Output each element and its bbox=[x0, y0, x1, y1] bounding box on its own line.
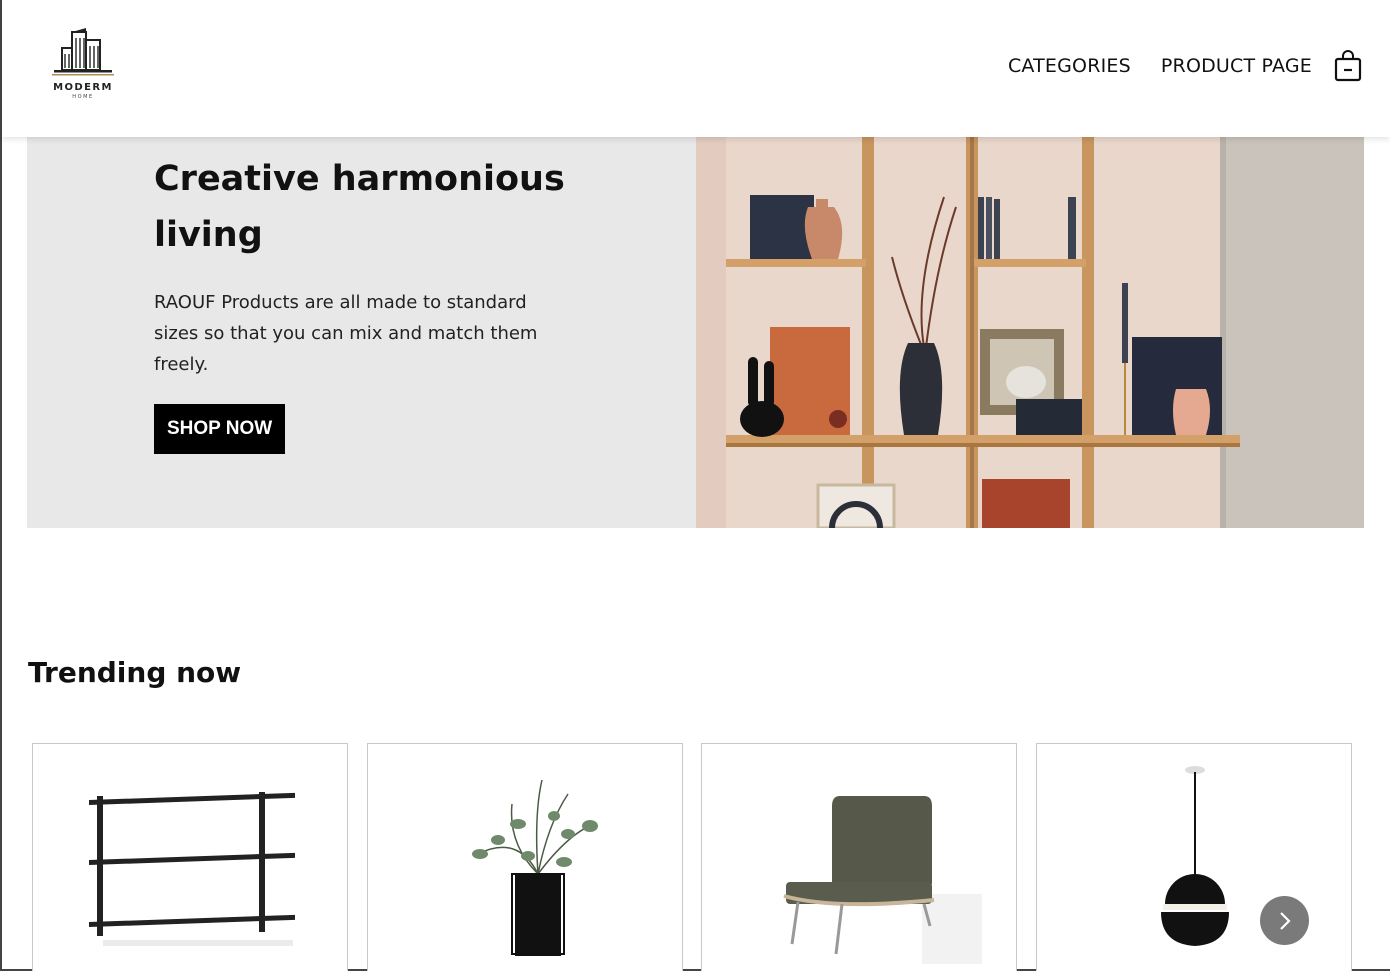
hero-shelf-image bbox=[696, 137, 1364, 528]
shop-now-button[interactable]: SHOP NOW bbox=[154, 404, 286, 454]
trending-carousel bbox=[32, 743, 1362, 971]
nav-product-page-link[interactable]: PRODUCT PAGE bbox=[1161, 55, 1312, 77]
main-nav: CATEGORIES PRODUCT PAGE bbox=[1008, 50, 1362, 82]
hero-description: RAOUF Products are all made to standard … bbox=[154, 292, 538, 375]
hero-title: Creative harmonious living bbox=[154, 159, 565, 255]
hero-text-block: Creative harmonious living RAOUF Product… bbox=[154, 151, 584, 454]
vase-plant-image bbox=[472, 779, 598, 956]
carousel-next-button[interactable] bbox=[1260, 896, 1309, 945]
product-card[interactable] bbox=[701, 743, 1017, 971]
brand-logo[interactable]: MODERM HOME bbox=[50, 26, 116, 102]
product-card[interactable] bbox=[367, 743, 683, 971]
brand-tagline: HOME bbox=[72, 94, 94, 100]
trending-title: Trending now bbox=[28, 656, 242, 689]
hero-banner: Creative harmonious living RAOUF Product… bbox=[27, 137, 1364, 528]
product-card[interactable] bbox=[32, 743, 348, 971]
wall-shelf-image bbox=[89, 792, 295, 946]
product-card[interactable] bbox=[1036, 743, 1352, 971]
nav-categories-link[interactable]: CATEGORIES bbox=[1008, 55, 1131, 77]
cart-button[interactable] bbox=[1334, 50, 1362, 82]
pendant-lamp-image bbox=[1161, 766, 1229, 946]
site-header: MODERM HOME CATEGORIES PRODUCT PAGE bbox=[2, 0, 1390, 137]
building-logo-icon bbox=[52, 28, 114, 76]
shopping-bag-icon bbox=[1334, 50, 1362, 82]
brand-name: MODERM bbox=[53, 82, 113, 93]
chevron-right-icon bbox=[1279, 911, 1291, 930]
lounge-chair-image bbox=[783, 796, 982, 964]
